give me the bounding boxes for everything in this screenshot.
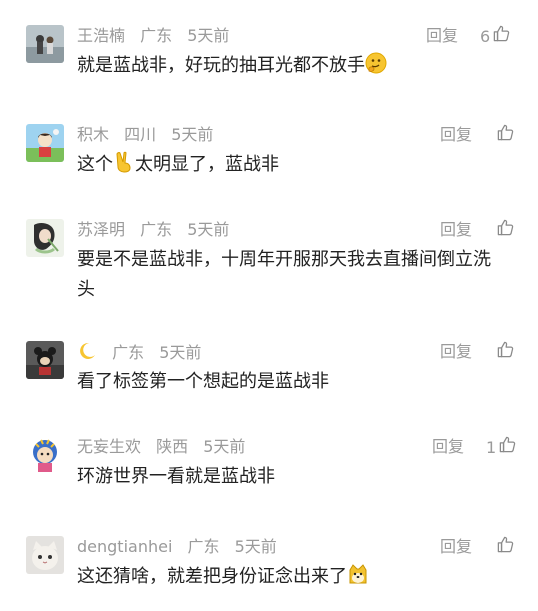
comment-text: 要是不是蓝战非，十周年开服那天我去直播间倒立洗头 <box>77 249 491 300</box>
like-button[interactable]: 6 <box>480 24 511 49</box>
victory-hand-icon <box>113 151 135 183</box>
username[interactable]: 苏泽明 <box>77 220 125 239</box>
reply-button[interactable]: 回复 <box>440 341 472 363</box>
timestamp: 5天前 <box>187 220 230 239</box>
like-count: 6 <box>480 26 491 46</box>
reply-button[interactable]: 回复 <box>440 124 472 146</box>
username[interactable]: dengtianhei <box>77 537 172 556</box>
comment-meta: 王浩楠 广东 5天前 <box>77 25 239 47</box>
like-button[interactable]: 1 <box>486 435 517 460</box>
username[interactable]: 积木 <box>77 125 109 144</box>
avatar[interactable] <box>26 219 64 257</box>
reply-button[interactable]: 回复 <box>440 536 472 558</box>
avatar[interactable] <box>26 341 64 379</box>
crescent-moon-icon <box>77 341 97 367</box>
comment-text: 看了标签第一个想起的是蓝战非 <box>77 371 329 392</box>
username[interactable]: 王浩楠 <box>77 26 125 45</box>
thinking-face-icon <box>365 52 387 84</box>
thumbs-up-icon <box>494 123 515 148</box>
comment-meta: 积木 四川 5天前 <box>77 124 223 146</box>
reply-button[interactable]: 回复 <box>432 436 464 458</box>
reply-button[interactable]: 回复 <box>440 219 472 241</box>
thumbs-up-icon <box>494 218 515 243</box>
thumbs-up-icon <box>494 340 515 365</box>
like-button[interactable] <box>494 218 515 243</box>
location: 广东 <box>140 26 173 45</box>
thumbs-up-icon <box>494 535 515 560</box>
comment-meta: 无妄生欢 陕西 5天前 <box>77 436 255 458</box>
like-button[interactable] <box>494 340 515 365</box>
like-button[interactable] <box>494 535 515 560</box>
comment-text: 这还猜啥，就差把身份证念出来了 <box>77 562 517 595</box>
avatar[interactable] <box>26 124 64 162</box>
comment-text: 就是蓝战非，好玩的抽耳光都不放手 <box>77 51 517 84</box>
thumbs-up-icon <box>496 435 517 460</box>
comment-text: 环游世界一看就是蓝战非 <box>77 466 275 487</box>
avatar[interactable] <box>26 25 64 63</box>
avatar[interactable] <box>26 436 64 474</box>
doge-icon <box>347 563 369 595</box>
comment-meta: 广东 5天前 <box>77 341 211 367</box>
timestamp: 5天前 <box>159 343 202 362</box>
location: 广东 <box>187 537 220 556</box>
reply-button[interactable]: 回复 <box>426 25 458 47</box>
timestamp: 5天前 <box>203 437 246 456</box>
location: 广东 <box>140 220 173 239</box>
location: 四川 <box>124 125 157 144</box>
avatar[interactable] <box>26 536 64 574</box>
timestamp: 5天前 <box>171 125 214 144</box>
comment-meta: dengtianhei 广东 5天前 <box>77 536 287 558</box>
timestamp: 5天前 <box>234 537 277 556</box>
comment-text: 这个 太明显了，蓝战非 <box>77 150 517 183</box>
like-button[interactable] <box>494 123 515 148</box>
location: 广东 <box>112 343 145 362</box>
timestamp: 5天前 <box>187 26 230 45</box>
comment-meta: 苏泽明 广东 5天前 <box>77 219 239 241</box>
username[interactable]: 无妄生欢 <box>77 437 141 456</box>
location: 陕西 <box>156 437 189 456</box>
like-count: 1 <box>486 437 497 457</box>
thumbs-up-icon <box>490 24 511 49</box>
